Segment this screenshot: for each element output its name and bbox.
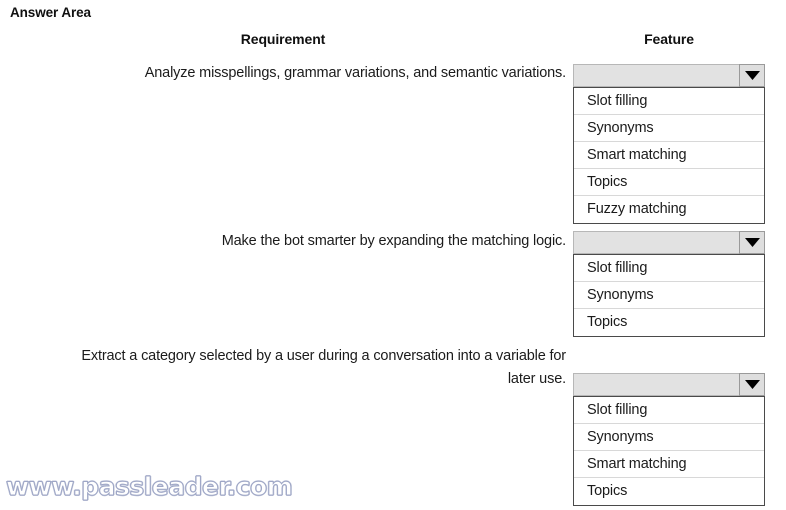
- dropdown-header-3[interactable]: [573, 373, 765, 396]
- dropdown-header-1[interactable]: [573, 64, 765, 87]
- chevron-down-icon[interactable]: [739, 64, 765, 87]
- list-item[interactable]: Slot filling: [574, 255, 764, 282]
- dropdown-header-2[interactable]: [573, 231, 765, 254]
- chevron-down-icon[interactable]: [739, 231, 765, 254]
- list-item[interactable]: Slot filling: [574, 397, 764, 424]
- dropdown-option-list-3: Slot filling Synonyms Smart matching Top…: [573, 396, 765, 506]
- chevron-down-icon[interactable]: [739, 373, 765, 396]
- page-title: Answer Area: [10, 5, 91, 20]
- requirement-text-3: Extract a category selected by a user du…: [81, 348, 566, 387]
- site-watermark: www.passleader.com: [5, 472, 293, 502]
- list-item[interactable]: Fuzzy matching: [574, 196, 764, 223]
- feature-dropdown-1: Slot filling Synonyms Smart matching Top…: [573, 64, 765, 224]
- list-item[interactable]: Topics: [574, 478, 764, 505]
- feature-dropdown-2: Slot filling Synonyms Topics: [573, 231, 765, 337]
- list-item[interactable]: Topics: [574, 169, 764, 196]
- list-item[interactable]: Topics: [574, 309, 764, 336]
- dropdown-option-list-1: Slot filling Synonyms Smart matching Top…: [573, 87, 765, 224]
- list-item[interactable]: Synonyms: [574, 115, 764, 142]
- answer-area-page: Answer Area Requirement Feature Analyze …: [0, 0, 786, 510]
- feature-dropdown-3: Slot filling Synonyms Smart matching Top…: [573, 373, 765, 506]
- column-header-feature: Feature: [644, 31, 694, 47]
- dropdown-option-list-2: Slot filling Synonyms Topics: [573, 254, 765, 337]
- list-item[interactable]: Synonyms: [574, 424, 764, 451]
- column-header-requirement: Requirement: [240, 31, 326, 47]
- list-item[interactable]: Slot filling: [574, 88, 764, 115]
- list-item[interactable]: Synonyms: [574, 282, 764, 309]
- list-item[interactable]: Smart matching: [574, 451, 764, 478]
- list-item[interactable]: Smart matching: [574, 142, 764, 169]
- requirement-text-2: Make the bot smarter by expanding the ma…: [221, 233, 566, 249]
- requirement-text-1: Analyze misspellings, grammar variations…: [144, 65, 566, 81]
